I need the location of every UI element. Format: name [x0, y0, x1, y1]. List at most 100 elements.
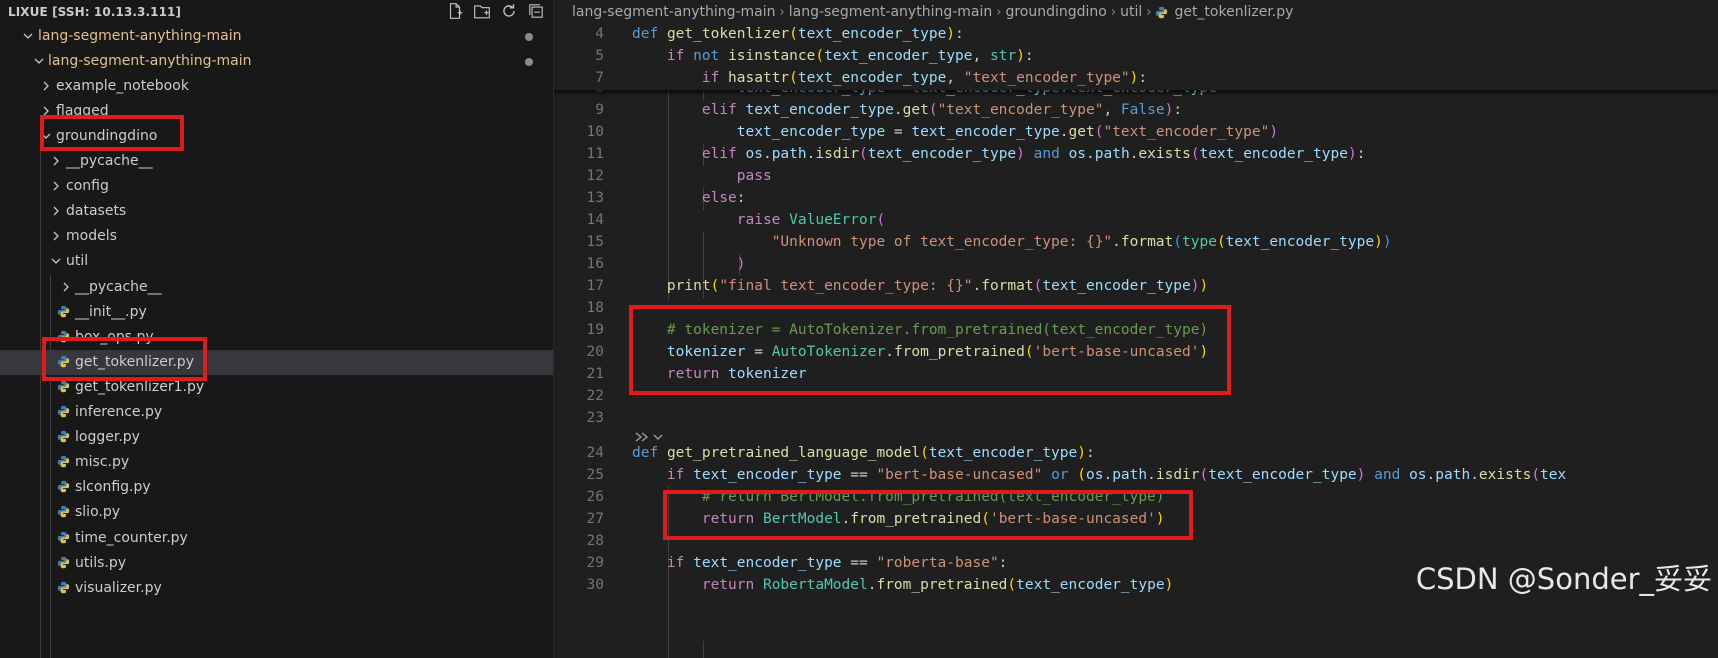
- code-text: def get_tokenlizer(text_encoder_type):: [632, 26, 964, 42]
- new-file-icon[interactable]: [446, 2, 464, 20]
- tree-item-label: util: [66, 253, 89, 269]
- chevron-right-icon[interactable]: [50, 230, 62, 242]
- highlight-box: [42, 337, 207, 381]
- code-line: 4 def get_tokenlizer(text_encoder_type):: [554, 24, 1718, 46]
- python-file-icon: [57, 581, 70, 594]
- file-item[interactable]: logger.py: [0, 425, 553, 450]
- line-number: 20: [586, 344, 604, 360]
- line-number: 28: [586, 533, 604, 549]
- indent-guide: [703, 641, 704, 658]
- line-number: 4: [595, 26, 604, 42]
- line-number: 19: [586, 322, 604, 338]
- python-file-icon: [57, 380, 70, 393]
- code-line: 23: [554, 408, 1718, 430]
- line-number: 30: [586, 577, 604, 593]
- folder-item[interactable]: lang-segment-anything-main: [0, 24, 553, 49]
- line-number: 14: [586, 212, 604, 228]
- chevron-right-icon[interactable]: [50, 205, 62, 217]
- sticky-scroll[interactable]: 4 def get_tokenlizer(text_encoder_type):…: [554, 24, 1718, 90]
- chevron-down-icon[interactable]: [50, 255, 62, 267]
- tree-item-label: slconfig.py: [75, 479, 151, 495]
- python-file-icon: [57, 305, 70, 318]
- breadcrumb-item[interactable]: lang-segment-anything-main: [789, 4, 993, 20]
- code-line: 5 if not isinstance(text_encoder_type, s…: [554, 46, 1718, 68]
- breadcrumb-item[interactable]: get_tokenlizer.py: [1174, 4, 1293, 20]
- highlight-box: [663, 490, 1193, 540]
- code-text: elif os.path.isdir(text_encoder_type) an…: [701, 146, 1366, 162]
- tree-item-label: logger.py: [75, 429, 140, 445]
- folder-item[interactable]: lang-segment-anything-main: [0, 49, 553, 74]
- python-file-icon: [57, 531, 70, 544]
- code-text: if hasattr(text_encoder_type, "text_enco…: [701, 70, 1148, 86]
- code-text: print("final text_encoder_type: {}".form…: [666, 278, 1209, 294]
- code-text: if text_encoder_type == "bert-base-uncas…: [666, 467, 1567, 483]
- code-line: 25 if text_encoder_type == "bert-base-un…: [554, 465, 1718, 487]
- tree-item-label: inference.py: [75, 404, 163, 420]
- python-file-icon: [57, 455, 70, 468]
- new-folder-icon[interactable]: [473, 2, 491, 20]
- python-file-icon: [57, 405, 70, 418]
- code-line: 16 ): [554, 254, 1718, 276]
- chevron-right-icon[interactable]: [40, 80, 52, 92]
- code-line: 17 print("final text_encoder_type: {}".f…: [554, 276, 1718, 298]
- tree-item-label: time_counter.py: [75, 530, 188, 546]
- code-line: 7 if hasattr(text_encoder_type, "text_en…: [554, 68, 1718, 90]
- modified-dot-icon: [525, 33, 533, 41]
- line-number: 11: [586, 146, 604, 162]
- breadcrumb-item[interactable]: lang-segment-anything-main: [572, 4, 776, 20]
- line-number: 24: [586, 445, 604, 461]
- line-number: 7: [595, 70, 604, 86]
- line-number: 15: [586, 234, 604, 250]
- file-item[interactable]: visualizer.py: [0, 576, 553, 601]
- chevron-right-icon[interactable]: [50, 180, 62, 192]
- folder-item[interactable]: example_notebook: [0, 74, 553, 99]
- breadcrumb-item[interactable]: util: [1120, 4, 1142, 20]
- chevron-down-icon[interactable]: [33, 55, 45, 67]
- folder-item[interactable]: config: [0, 174, 553, 199]
- line-number: 21: [586, 366, 604, 382]
- line-number: 22: [586, 388, 604, 404]
- code-text: if text_encoder_type == "roberta-base":: [666, 555, 1008, 571]
- breadcrumb-item[interactable]: groundingdino: [1005, 4, 1106, 20]
- folder-item[interactable]: datasets: [0, 199, 553, 224]
- tree-item-label: misc.py: [75, 454, 130, 470]
- explorer-title: LIXUE [SSH: 10.13.3.111]: [8, 5, 182, 19]
- explorer-panel: LIXUE [SSH: 10.13.3.111] lang-segment-an…: [0, 0, 554, 658]
- python-file-icon: [57, 480, 70, 493]
- line-number: 17: [586, 278, 604, 294]
- line-number: 29: [586, 555, 604, 571]
- python-file-icon: [1155, 6, 1168, 19]
- code-line: 24 def get_pretrained_language_model(tex…: [554, 443, 1718, 465]
- tree-item-label: lang-segment-anything-main: [48, 53, 252, 69]
- refresh-icon[interactable]: [500, 2, 518, 20]
- code-text: def get_pretrained_language_model(text_e…: [632, 445, 1095, 461]
- file-item[interactable]: __init__.py: [0, 300, 553, 325]
- tree-item-label: example_notebook: [56, 78, 189, 94]
- folder-item[interactable]: __pycache__: [0, 275, 553, 300]
- explorer-actions: [446, 2, 545, 20]
- file-item[interactable]: misc.py: [0, 450, 553, 475]
- tree-item-label: __init__.py: [75, 304, 147, 320]
- collapse-all-icon[interactable]: [527, 2, 545, 20]
- folder-item[interactable]: __pycache__: [0, 149, 553, 174]
- tree-item-label: __pycache__: [75, 279, 162, 295]
- code-text: raise ValueError(: [736, 212, 886, 228]
- file-item[interactable]: utils.py: [0, 551, 553, 576]
- file-item[interactable]: time_counter.py: [0, 526, 553, 551]
- code-text: else:: [701, 190, 746, 206]
- folder-item[interactable]: util: [0, 249, 553, 274]
- file-item[interactable]: inference.py: [0, 400, 553, 425]
- file-item[interactable]: slio.py: [0, 500, 553, 525]
- tree-item-label: lang-segment-anything-main: [38, 28, 242, 44]
- chevron-right-icon[interactable]: [60, 281, 72, 293]
- folder-item[interactable]: models: [0, 224, 553, 249]
- explorer-header: LIXUE [SSH: 10.13.3.111]: [0, 0, 553, 24]
- code-line: 11 elif os.path.isdir(text_encoder_type)…: [554, 144, 1718, 166]
- file-item[interactable]: slconfig.py: [0, 475, 553, 500]
- chevron-right-icon: ›: [996, 4, 1002, 20]
- chevron-right-icon[interactable]: [50, 155, 62, 167]
- codelens-icon[interactable]: [634, 430, 674, 444]
- code-line: 9 elif text_encoder_type.get("text_encod…: [554, 100, 1718, 122]
- chevron-down-icon[interactable]: [22, 30, 34, 42]
- code-line: 14 raise ValueError(: [554, 210, 1718, 232]
